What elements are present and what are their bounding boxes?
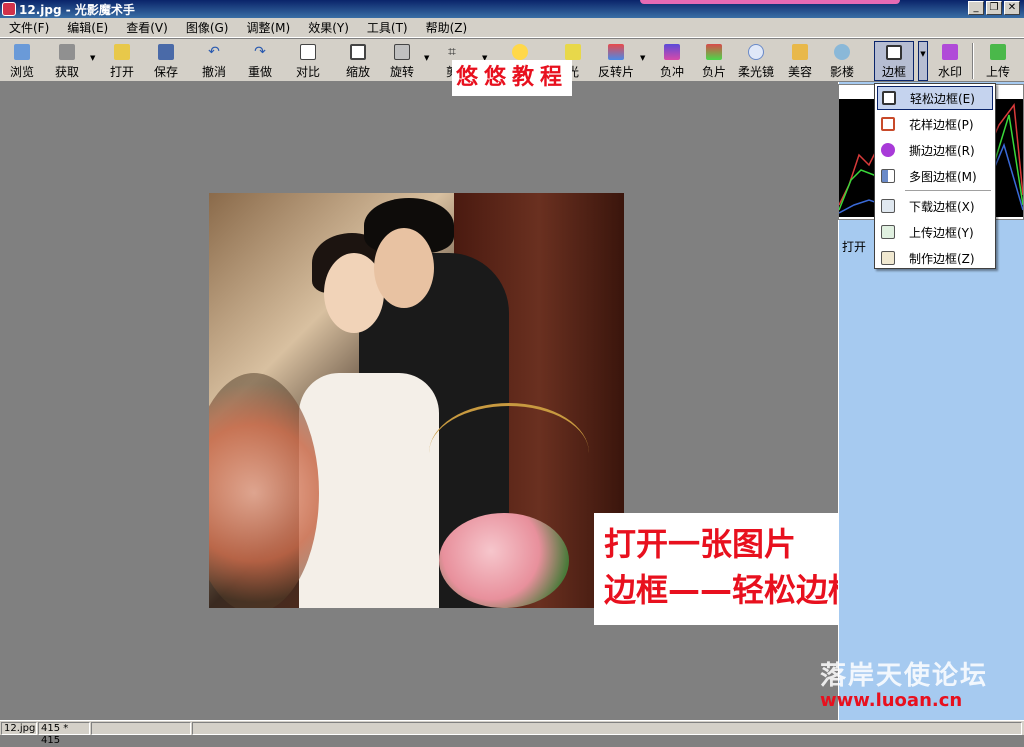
status-filename: 12.jpg [1,722,37,735]
upload-button[interactable]: 上传 [984,41,1012,81]
zoom-icon [350,44,366,60]
app-icon [2,2,16,16]
toolbar-separator [972,43,974,79]
menu-multi-frame[interactable]: 多图边框(M) [877,164,993,188]
upload-frame-icon [881,225,895,239]
restore-icon[interactable]: ❐ [986,1,1002,15]
menu-torn-frame[interactable]: 撕边边框(R) [877,138,993,162]
menu-edit[interactable]: 编辑(E) [58,19,117,36]
rotate-icon [394,44,410,60]
compare-button[interactable]: 对比 [292,41,324,81]
close-icon[interactable]: ✕ [1004,1,1020,15]
negative-punch-icon [664,44,680,60]
menu-tools[interactable]: 工具(T) [358,19,417,36]
menu-pattern-frame[interactable]: 花样边框(P) [877,112,993,136]
window-title: 12.jpg - 光影魔术手 [19,2,135,17]
upload-icon [990,44,1006,60]
studio-button[interactable]: 影楼 [828,41,856,81]
beauty-button[interactable]: 美容 [786,41,814,81]
open-button[interactable]: 打开 [106,41,138,81]
site-url: www.luoan.cn [820,690,963,711]
photo-bouquet [439,513,569,608]
menu-image[interactable]: 图像(G) [177,19,238,36]
panel-open-label[interactable]: 打开 [842,238,866,255]
download-frame-icon [881,199,895,213]
watermark-icon [942,44,958,60]
menu-adjust[interactable]: 调整(M) [237,19,299,36]
rotate-dropdown-icon[interactable]: ▼ [424,54,429,62]
negative-icon [706,44,722,60]
browse-icon [14,44,30,60]
save-icon [158,44,174,60]
browse-button[interactable]: 浏览 [6,41,38,81]
minimize-icon[interactable]: _ [968,1,984,15]
caption-line-2: 边框——轻松边框 [604,571,861,609]
photo-groom-face [374,228,434,308]
status-cell [91,722,191,735]
photo-bride-dress [299,373,439,608]
rotate-button[interactable]: 旋转 [386,41,418,81]
menu-separator [905,190,991,191]
menu-easy-frame[interactable]: 轻松边框(E) [877,86,993,110]
negative-punch-button[interactable]: 负冲 [658,41,686,81]
reversal-film-button[interactable]: 反转片 [598,41,634,81]
menu-upload-frame[interactable]: 上传边框(Y) [877,220,993,244]
negative-button[interactable]: 负片 [700,41,728,81]
menu-help[interactable]: 帮助(Z) [417,19,477,36]
save-button[interactable]: 保存 [150,41,182,81]
pattern-frame-icon [881,117,895,131]
exposure-icon [512,44,528,60]
skin-decoration [640,0,900,4]
undo-button[interactable]: ↶ 撤消 [198,41,230,81]
folder-icon [114,44,130,60]
crop-icon: ⌗ [448,44,456,60]
torn-frame-icon [881,143,895,157]
menu-bar: 文件(F) 编辑(E) 查看(V) 图像(G) 调整(M) 效果(Y) 工具(T… [0,18,1024,38]
photo-candelabra [429,403,589,503]
status-bar: 12.jpg 415 * 415 [0,720,1024,746]
multi-frame-icon [881,169,895,183]
menu-view[interactable]: 查看(V) [117,19,177,36]
studio-icon [834,44,850,60]
frame-dropdown-menu: 轻松边框(E) 花样边框(P) 撕边边框(R) 多图边框(M) 下载边框(X) … [874,83,996,269]
caption-line-1: 打开一张图片 [604,525,797,563]
redo-button[interactable]: ↷ 重做 [244,41,276,81]
menu-make-frame[interactable]: 制作边框(Z) [877,246,993,270]
title-bar: 12.jpg - 光影魔术手 _ ❐ ✕ [0,0,1024,18]
zoom-button[interactable]: 缩放 [342,41,374,81]
reversal-dropdown-icon[interactable]: ▼ [640,54,645,62]
camera-icon [59,44,75,60]
make-frame-icon [881,251,895,265]
window-controls: _ ❐ ✕ [968,1,1020,15]
frame-icon [886,45,902,60]
acquire-dropdown-icon[interactable]: ▼ [90,54,95,62]
menu-file[interactable]: 文件(F) [0,19,58,36]
soft-lens-icon [748,44,764,60]
soft-lens-button[interactable]: 柔光镜 [736,41,776,81]
menu-download-frame[interactable]: 下载边框(X) [877,194,993,218]
menu-effects[interactable]: 效果(Y) [299,19,358,36]
tutorial-banner: 悠悠教程 [452,60,572,96]
site-watermark: 落岸天使论坛 [820,661,989,691]
photo-canvas[interactable] [209,193,624,608]
status-cell-main [192,722,1022,735]
frame-dropdown-icon[interactable]: ▼ [918,41,928,81]
status-image-size: 415 * 415 [38,722,90,746]
compare-icon [300,44,316,60]
redo-icon: ↷ [254,44,266,60]
highlight-icon [565,44,581,60]
reversal-film-icon [608,44,624,60]
easy-frame-icon [882,91,896,105]
undo-icon: ↶ [208,44,220,60]
watermark-button[interactable]: 水印 [936,41,964,81]
frame-button[interactable]: 边框 [874,41,914,81]
acquire-button[interactable]: 获取 [50,41,84,81]
beauty-icon [792,44,808,60]
